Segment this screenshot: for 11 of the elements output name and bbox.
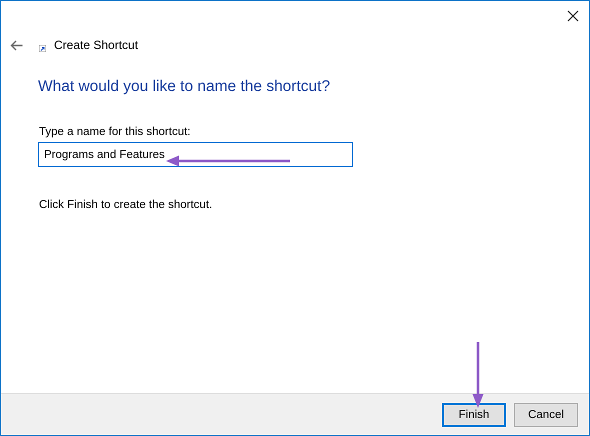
name-field[interactable]: Programs and Features [38,142,353,167]
arrow-annotation [472,342,484,408]
dialog-button[interactable]: Cancel [514,402,578,426]
close-icon [567,10,579,22]
instruction-text: Click Finish to create the shortcut. [39,199,214,211]
window-title: Create Shortcut [54,38,138,52]
page-heading: What would you like to name the shortcut? [38,78,332,96]
shortcut-icon [39,44,46,52]
default-button[interactable]: Finish [442,402,506,426]
field-label: Type a name for this shortcut: [39,126,192,138]
back-arrow-icon [10,40,22,50]
